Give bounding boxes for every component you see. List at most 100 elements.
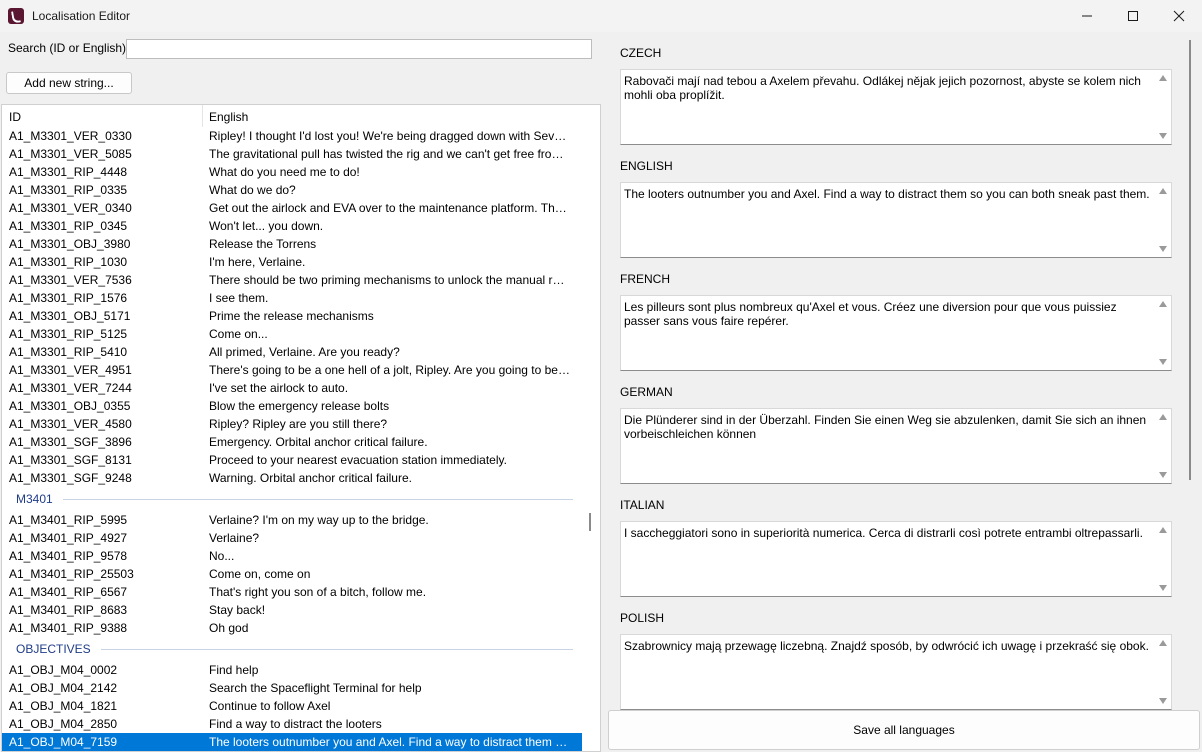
table-row[interactable]: A1_M3301_RIP_1030 I'm here, Verlaine. [2,253,583,271]
scroll-up-arrow-icon[interactable] [1159,188,1167,194]
scroll-down-arrow-icon[interactable] [1159,133,1167,139]
english-text-cell: Search the Spaceflight Terminal for help [209,681,422,695]
string-id-cell: A1_M3301_OBJ_5171 [9,309,131,323]
table-row[interactable]: A1_M3301_OBJ_3980 Release the Torrens [2,235,583,253]
table-row[interactable]: A1_M3301_SGF_9248 Warning. Orbital anchor… [2,469,583,487]
table-row[interactable]: A1_M3401_RIP_25503 Come on, come on [2,565,583,583]
scroll-up-arrow-icon[interactable] [1159,75,1167,81]
translation-textbox[interactable]: Szabrownicy mają przewagę liczebną. Znaj… [620,634,1172,710]
language-label: ENGLISH [620,159,673,173]
language-label: CZECH [620,46,662,60]
table-row[interactable]: A1_M3301_RIP_5410 All primed, Verlaine. A… [2,343,583,361]
scroll-down-arrow-icon[interactable] [1159,698,1167,704]
translation-text[interactable]: Rabovači mají nad tebou a Axelem převahu… [624,74,1152,102]
table-row[interactable]: A1_M3401_RIP_4927 Verlaine? [2,529,583,547]
string-id-cell: A1_M3401_RIP_9578 [9,549,128,563]
translation-textbox[interactable]: Die Plünderer sind in der Überzahl. Find… [620,408,1172,484]
string-id-cell: A1_OBJ_M04_2142 [9,681,118,695]
save-all-languages-button[interactable]: Save all languages [608,710,1200,750]
column-header-english[interactable]: English [209,110,248,124]
textbox-scrollbar[interactable] [1155,183,1171,257]
translation-textbox[interactable]: Rabovači mají nad tebou a Axelem převahu… [620,69,1172,145]
english-text-cell: Ripley! I thought I'd lost you! We're be… [209,129,571,143]
table-row[interactable]: A1_M3401_RIP_8683 Stay back! [2,601,583,619]
string-id-cell: A1_M3301_RIP_1030 [9,255,128,269]
translation-text[interactable]: I saccheggiatori sono in superiorità num… [624,526,1152,540]
english-text-cell: Get out the airlock and EVA over to the … [209,201,571,215]
scroll-down-arrow-icon[interactable] [1159,359,1167,365]
translation-text[interactable]: Szabrownicy mają przewagę liczebną. Znaj… [624,639,1152,653]
string-id-cell: A1_M3301_VER_0340 [9,201,132,215]
close-button[interactable] [1156,0,1202,32]
translation-textbox[interactable]: The looters outnumber you and Axel. Find… [620,182,1172,258]
translation-textbox[interactable]: Les pilleurs sont plus nombreux qu'Axel … [620,295,1172,371]
scroll-up-arrow-icon[interactable] [1159,301,1167,307]
language-block-english: ENGLISH The looters outnumber you and Axe… [620,159,1172,258]
table-row[interactable]: A1_M3301_VER_0340 Get out the airlock and… [2,199,583,217]
string-id-cell: A1_M3301_VER_4951 [9,363,132,377]
scroll-up-arrow-icon[interactable] [1159,527,1167,533]
table-row[interactable]: A1_M3301_SGF_3896 Emergency. Orbital anch… [2,433,583,451]
translation-text[interactable]: Les pilleurs sont plus nombreux qu'Axel … [624,300,1152,328]
textbox-scrollbar[interactable] [1155,70,1171,144]
table-row[interactable]: A1_M3301_VER_0330 Ripley! I thought I'd l… [2,127,583,145]
table-row[interactable]: A1_OBJ_M04_2142 Search the Spaceflight Te… [2,679,583,697]
english-text-cell: There's going to be a one hell of a jolt… [209,363,571,377]
table-row[interactable]: A1_M3301_RIP_0345 Won't let... you down. [2,217,583,235]
add-new-string-button[interactable]: Add new string... [6,72,132,94]
table-row[interactable]: A1_OBJ_M04_2850 Find a way to distract th… [2,715,583,733]
window-title: Localisation Editor [32,9,131,23]
table-row[interactable]: A1_M3301_OBJ_0355 Blow the emergency rele… [2,397,583,415]
column-header-id[interactable]: ID [9,110,21,124]
english-text-cell: That's right you son of a bitch, follow … [209,585,427,599]
table-row[interactable]: A1_M3301_VER_5085 The gravitational pull … [2,145,583,163]
table-row-selected[interactable]: A1_OBJ_M04_7159 The looters outnumber you… [2,733,583,751]
window-controls [1064,0,1202,32]
list-scrollbar-thumb[interactable] [589,513,591,531]
translation-scrollbar[interactable] [1184,40,1198,480]
string-id-cell: A1_M3401_RIP_6567 [9,585,128,599]
table-row[interactable]: A1_M3301_SGF_8131 Proceed to your nearest… [2,451,583,469]
textbox-scrollbar[interactable] [1155,522,1171,596]
column-separator[interactable] [202,105,203,127]
maximize-button[interactable] [1110,0,1156,32]
search-input[interactable] [126,39,592,59]
translation-text[interactable]: The looters outnumber you and Axel. Find… [624,187,1152,201]
english-text-cell: Emergency. Orbital anchor critical failu… [209,435,428,449]
scroll-down-arrow-icon[interactable] [1159,472,1167,478]
table-row[interactable]: A1_M3401_RIP_9578 No... [2,547,583,565]
language-block-czech: CZECH Rabovači mají nad tebou a Axelem př… [620,46,1172,145]
table-row[interactable]: A1_M3301_VER_4951 There's going to be a o… [2,361,583,379]
translation-scrollbar-thumb[interactable] [1189,40,1191,480]
scroll-up-arrow-icon[interactable] [1159,414,1167,420]
textbox-scrollbar[interactable] [1155,409,1171,483]
table-row[interactable]: A1_M3401_RIP_6567 That's right you son of… [2,583,583,601]
language-block-french: FRENCH Les pilleurs sont plus nombreux qu… [620,272,1172,371]
string-list[interactable]: ID English A1_M3301_VER_0330 Ripley! I th… [1,104,601,752]
table-row[interactable]: A1_M3301_OBJ_5171 Prime the release mecha… [2,307,583,325]
minimize-button[interactable] [1064,0,1110,32]
table-row[interactable]: A1_M3301_VER_4580 Ripley? Ripley are you … [2,415,583,433]
translation-textbox[interactable]: I saccheggiatori sono in superiorità num… [620,521,1172,597]
table-row[interactable]: A1_OBJ_M04_1821 Continue to follow Axel [2,697,583,715]
table-row[interactable]: A1_M3301_VER_7536 There should be two pri… [2,271,583,289]
scroll-up-arrow-icon[interactable] [1159,640,1167,646]
english-text-cell: The gravitational pull has twisted the r… [209,147,571,161]
table-row[interactable]: A1_M3301_RIP_5125 Come on... [2,325,583,343]
textbox-scrollbar[interactable] [1155,296,1171,370]
table-row[interactable]: A1_M3401_RIP_9388 Oh god [2,619,583,637]
table-row[interactable]: A1_OBJ_M04_0002 Find help [2,661,583,679]
string-id-cell: A1_OBJ_M04_2850 [9,717,118,731]
textbox-scrollbar[interactable] [1155,635,1171,709]
table-row[interactable]: A1_M3301_RIP_1576 I see them. [2,289,583,307]
table-row[interactable]: A1_M3401_RIP_5995 Verlaine? I'm on my way… [2,511,583,529]
table-row[interactable]: A1_M3301_RIP_4448 What do you need me to … [2,163,583,181]
scroll-down-arrow-icon[interactable] [1159,585,1167,591]
group-label: M3401 [16,492,53,506]
list-scrollbar[interactable] [582,105,600,751]
table-row[interactable]: A1_M3301_RIP_0335 What do we do? [2,181,583,199]
scroll-down-arrow-icon[interactable] [1159,246,1167,252]
app-logo-icon [8,8,24,24]
table-row[interactable]: A1_M3301_VER_7244 I've set the airlock to… [2,379,583,397]
translation-text[interactable]: Die Plünderer sind in der Überzahl. Find… [624,413,1152,441]
